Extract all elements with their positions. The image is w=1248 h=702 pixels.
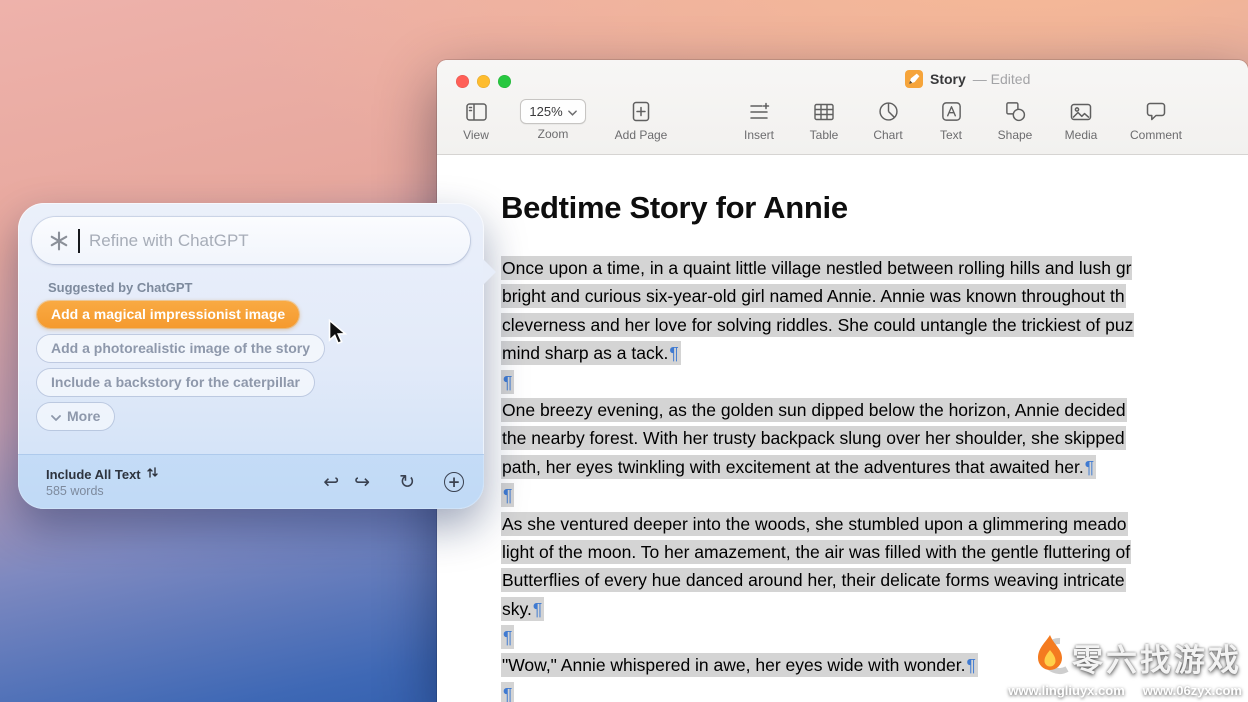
flame-logo-icon (1029, 633, 1069, 682)
refine-input-placeholder: Refine with ChatGPT (89, 231, 249, 251)
sidebar-icon (445, 98, 507, 125)
pilcrow-mark: ¶ (502, 684, 513, 702)
chatgpt-logo-icon (48, 230, 70, 252)
pilcrow-mark: ¶ (502, 372, 513, 392)
toolbar-label: Text (923, 128, 979, 142)
toolbar-table[interactable]: Table (795, 98, 853, 142)
zoom-dropdown[interactable]: 125% (520, 99, 586, 124)
undo-button[interactable]: ↩ (323, 473, 339, 492)
more-button[interactable]: More (37, 403, 114, 430)
shape-icon (985, 98, 1045, 125)
document-line: the nearby forest. With her trusty backp… (501, 428, 1248, 456)
document-line: path, her eyes twinkling with excitement… (501, 457, 1248, 485)
popup-pointer (483, 259, 496, 285)
media-icon (1051, 98, 1111, 125)
insert-icon (729, 98, 789, 125)
watermark-url-1: www.lingliuyx.com (1008, 683, 1125, 698)
suggestion-chip[interactable]: Add a photorealistic image of the story (37, 335, 324, 362)
toolbar: View 125% Zoom Add Page Insert Table Chart Text… (445, 98, 1248, 155)
chart-icon (859, 98, 917, 125)
chevron-down-icon (51, 408, 61, 424)
include-all-text-label: Include All Text (46, 467, 141, 482)
edited-status: — Edited (973, 71, 1031, 87)
more-button-label: More (67, 408, 100, 424)
document-line: Once upon a time, in a quaint little vil… (501, 258, 1248, 286)
add-page-icon (599, 98, 683, 125)
document-line: ¶ (501, 372, 1248, 400)
add-button[interactable]: + (444, 472, 464, 492)
mouse-cursor (327, 319, 348, 350)
toolbar-text[interactable]: Text (923, 98, 979, 142)
comment-icon (1117, 98, 1195, 125)
toolbar-label: Media (1051, 128, 1111, 142)
document-line: cleverness and her love for solving ridd… (501, 315, 1248, 343)
toolbar-zoom[interactable]: 125% Zoom (513, 98, 593, 141)
window-header[interactable]: Story — Edited View 125% Zoom Add Page Inser… (437, 60, 1248, 155)
document-title: Bedtime Story for Annie (501, 188, 1248, 228)
document-line: Butterflies of every hue danced around h… (501, 570, 1248, 598)
pilcrow-mark: ¶ (532, 599, 543, 619)
toolbar-add-page[interactable]: Add Page (599, 98, 683, 142)
minimize-button[interactable] (477, 75, 490, 88)
pilcrow-mark: ¶ (1084, 457, 1095, 477)
popup-footer: Include All Text 585 words ↩ ↪ ↻ + (18, 454, 484, 509)
close-button[interactable] (456, 75, 469, 88)
toolbar-label: Comment (1117, 128, 1195, 142)
fullscreen-button[interactable] (498, 75, 511, 88)
pages-window: Story — Edited View 125% Zoom Add Page Inser… (437, 60, 1248, 702)
retry-button[interactable]: ↻ (399, 473, 415, 492)
suggestion-chip[interactable]: Include a backstory for the caterpillar (37, 369, 314, 396)
document-line: One breezy evening, as the golden sun di… (501, 400, 1248, 428)
table-icon (795, 98, 853, 125)
chatgpt-refine-popup: Refine with ChatGPT Suggested by ChatGPT… (18, 203, 484, 509)
document-line: bright and curious six-year-old girl nam… (501, 286, 1248, 314)
window-controls (456, 75, 511, 88)
toolbar-label: Add Page (599, 128, 683, 142)
watermark: 零六找游戏 www.lingliuyx.com www.06zyx.com (1008, 633, 1242, 698)
suggestion-chip[interactable]: Add a magical impressionist image (37, 301, 299, 328)
toolbar-label: Insert (729, 128, 789, 142)
toolbar-label: View (445, 128, 507, 142)
zoom-value: 125% (529, 104, 562, 119)
document-line: ¶ (501, 485, 1248, 513)
toolbar-label: Chart (859, 128, 917, 142)
document-name: Story (930, 71, 966, 87)
toolbar-media[interactable]: Media (1051, 98, 1111, 142)
pages-app-icon (905, 70, 923, 88)
document-line: sky.¶ (501, 599, 1248, 627)
pilcrow-mark: ¶ (965, 655, 976, 675)
chevron-down-icon (568, 104, 577, 119)
text-caret (78, 229, 80, 253)
text-icon (923, 98, 979, 125)
include-all-text-control[interactable]: Include All Text (46, 466, 323, 482)
watermark-brand: 零六找游戏 (1072, 635, 1242, 680)
toolbar-insert[interactable]: Insert (729, 98, 789, 142)
watermark-url-2: www.06zyx.com (1143, 683, 1242, 698)
toolbar-comment[interactable]: Comment (1117, 98, 1195, 142)
word-count: 585 words (46, 484, 323, 498)
toolbar-view[interactable]: View (445, 98, 507, 142)
refine-input[interactable]: Refine with ChatGPT (32, 217, 470, 264)
document-line: light of the moon. To her amazement, the… (501, 542, 1248, 570)
suggested-by-label: Suggested by ChatGPT (48, 280, 192, 295)
toolbar-label: Shape (985, 128, 1045, 142)
suggestion-list: Add a magical impressionist image Add a p… (37, 301, 324, 430)
pilcrow-mark: ¶ (668, 343, 679, 363)
toolbar-chart[interactable]: Chart (859, 98, 917, 142)
updown-arrows-icon (147, 466, 158, 482)
window-title: Story — Edited (905, 69, 1030, 89)
document-line: mind sharp as a tack.¶ (501, 343, 1248, 371)
toolbar-label: Zoom (513, 127, 593, 141)
redo-button[interactable]: ↪ (354, 473, 370, 492)
toolbar-shape[interactable]: Shape (985, 98, 1045, 142)
pilcrow-mark: ¶ (502, 485, 513, 505)
popup-actions: ↩ ↪ ↻ + (323, 472, 464, 492)
toolbar-label: Table (795, 128, 853, 142)
document-canvas[interactable]: Bedtime Story for Annie Once upon a time… (437, 156, 1248, 702)
document-line: As she ventured deeper into the woods, s… (501, 514, 1248, 542)
pilcrow-mark: ¶ (502, 627, 513, 647)
